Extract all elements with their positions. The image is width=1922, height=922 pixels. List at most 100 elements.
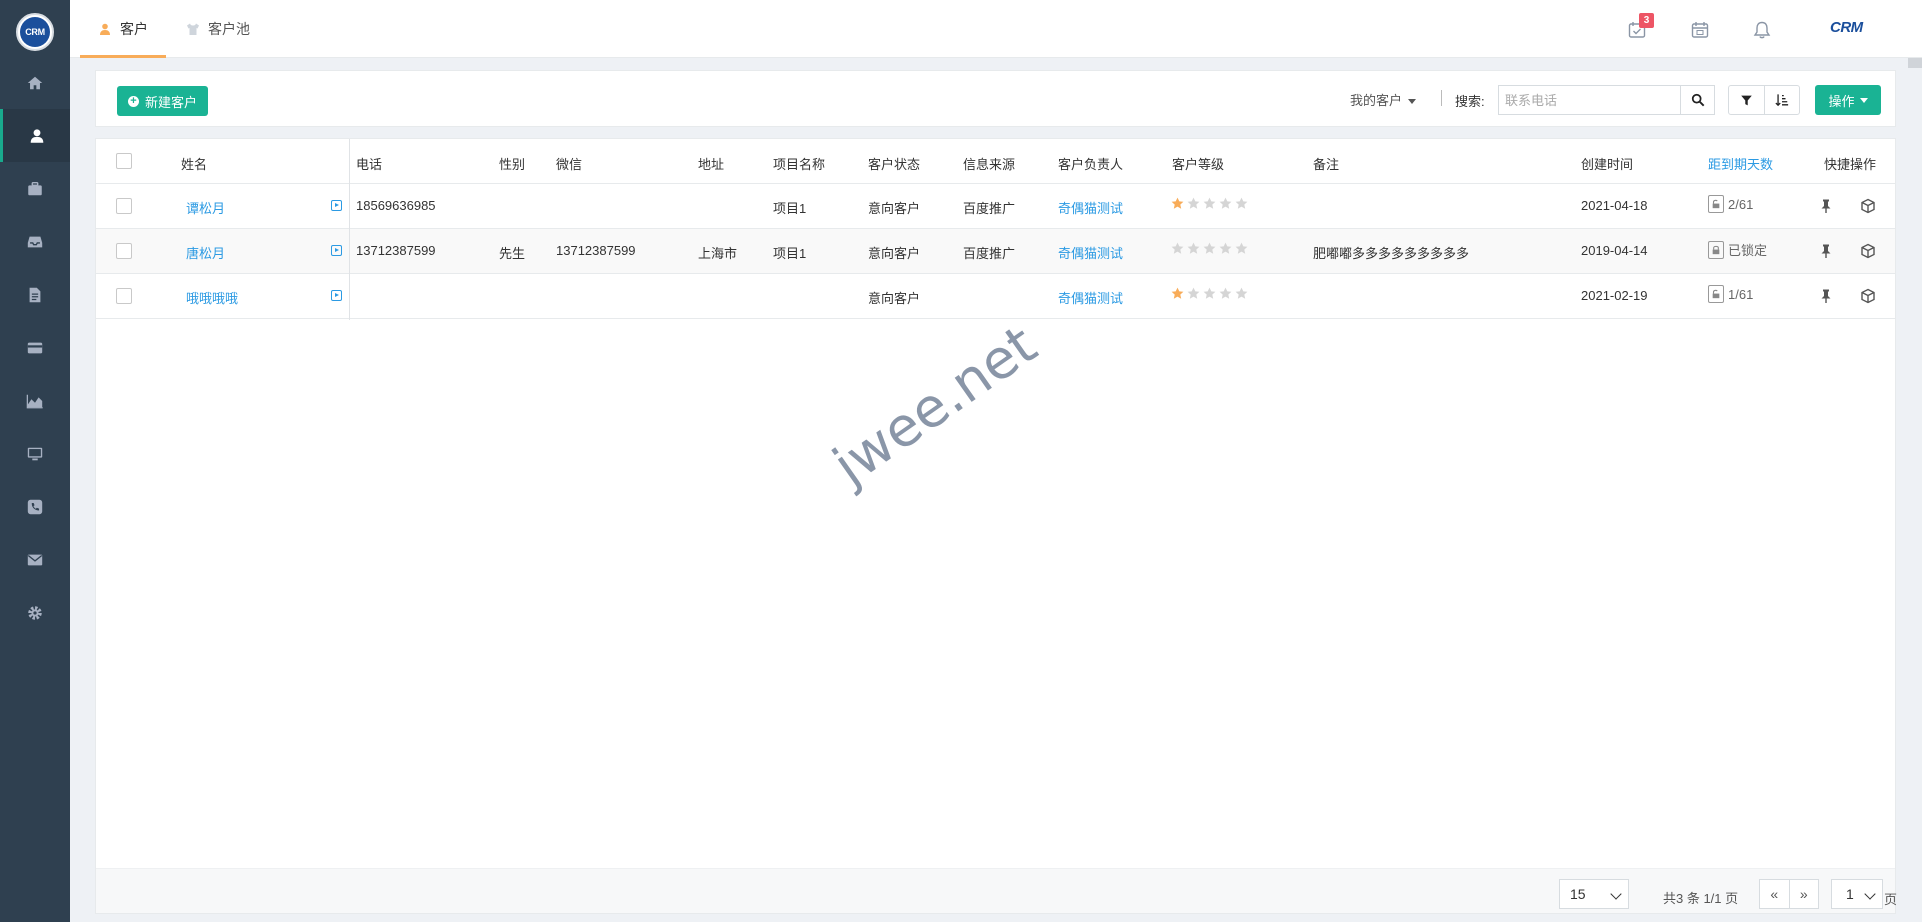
star-icon[interactable] — [1187, 242, 1200, 255]
tab-customer-pool[interactable]: 客户池 — [186, 0, 250, 58]
star-icon[interactable] — [1171, 287, 1184, 300]
star-icon[interactable] — [1187, 197, 1200, 210]
star-rating[interactable] — [1171, 242, 1248, 255]
cell-address: 上海市 — [698, 246, 738, 261]
star-icon[interactable] — [1203, 197, 1216, 210]
pin-icon[interactable] — [1818, 288, 1834, 304]
sidebar-item-home[interactable] — [0, 56, 70, 109]
header-address[interactable]: 地址 — [698, 154, 724, 173]
cube-icon[interactable] — [1860, 198, 1876, 214]
sidebar-item-documents[interactable] — [0, 268, 70, 321]
star-icon[interactable] — [1203, 287, 1216, 300]
pin-icon[interactable] — [1818, 243, 1834, 259]
sidebar-item-screen[interactable] — [0, 427, 70, 480]
prev-page-button[interactable]: « — [1760, 880, 1790, 908]
cell-owner-link[interactable]: 奇偶猫测试 — [1058, 243, 1123, 262]
select-all-checkbox[interactable] — [116, 153, 132, 169]
scope-dropdown[interactable]: 我的客户 — [1350, 90, 1417, 109]
star-icon[interactable] — [1171, 242, 1184, 255]
header-project[interactable]: 项目名称 — [773, 154, 825, 173]
page-number-select[interactable]: 1 — [1831, 879, 1883, 909]
row-checkbox[interactable] — [116, 243, 132, 259]
star-icon[interactable] — [1235, 197, 1248, 210]
header-days-left[interactable]: 距到期天数 — [1708, 154, 1773, 173]
operations-button[interactable]: 操作 — [1815, 85, 1881, 115]
pager-buttons: « » — [1759, 879, 1819, 909]
search-label: 搜索: — [1455, 94, 1485, 109]
sidebar-item-customers[interactable] — [0, 109, 70, 162]
cube-icon[interactable] — [1860, 288, 1876, 304]
table-row[interactable]: 唐松月 13712387599 先生 13712387599 上海市 项目1 意… — [96, 229, 1895, 274]
star-icon[interactable] — [1219, 287, 1232, 300]
header-gender[interactable]: 性别 — [499, 154, 525, 173]
cell-owner-link[interactable]: 奇偶猫测试 — [1058, 288, 1123, 307]
table-row[interactable]: 哦哦哦哦 意向客户 奇偶猫测试 2021-02-19 1/61 — [96, 274, 1895, 319]
sidebar-item-payments[interactable] — [0, 321, 70, 374]
play-square-icon[interactable] — [331, 290, 342, 301]
unlock-icon — [1708, 195, 1724, 213]
sidebar-item-mail[interactable] — [0, 533, 70, 586]
sidebar-item-calls[interactable] — [0, 480, 70, 533]
sort-button[interactable] — [1765, 86, 1800, 114]
cell-days-left[interactable]: 2/61 — [1708, 195, 1753, 213]
pin-icon[interactable] — [1818, 198, 1834, 214]
search-button[interactable] — [1680, 85, 1715, 115]
credit-card-icon — [27, 342, 43, 353]
page-size-select[interactable]: 15 — [1559, 879, 1629, 909]
calendar-button[interactable] — [1690, 20, 1710, 40]
app-logo[interactable]: CRM — [16, 13, 54, 51]
header-phone[interactable]: 电话 — [356, 154, 382, 173]
play-square-icon[interactable] — [331, 200, 342, 211]
next-page-button[interactable]: » — [1790, 880, 1819, 908]
star-icon[interactable] — [1187, 287, 1200, 300]
star-icon[interactable] — [1219, 242, 1232, 255]
filter-button[interactable] — [1729, 86, 1765, 114]
sidebar-item-business[interactable] — [0, 162, 70, 215]
tasks-button[interactable]: 3 — [1627, 13, 1654, 40]
scope-label: 我的客户 — [1350, 93, 1403, 108]
star-icon[interactable] — [1219, 197, 1232, 210]
tab-label: 客户池 — [208, 21, 250, 37]
cell-remark: 肥嘟嘟多多多多多多多多多 — [1313, 246, 1470, 261]
row-checkbox[interactable] — [116, 288, 132, 304]
header-wechat[interactable]: 微信 — [556, 154, 582, 173]
notifications-button[interactable] — [1752, 20, 1772, 40]
sidebar-item-reports[interactable] — [0, 374, 70, 427]
inbox-icon — [27, 236, 43, 247]
cell-status: 意向客户 — [868, 246, 921, 261]
star-icon[interactable] — [1235, 242, 1248, 255]
star-rating[interactable] — [1171, 287, 1248, 300]
table-row[interactable]: 谭松月 18569636985 项目1 意向客户 百度推广 奇偶猫测试 2021… — [96, 184, 1895, 229]
cell-created: 2019-04-14 — [1581, 243, 1648, 258]
customer-name-link[interactable]: 唐松月 — [186, 243, 225, 262]
new-customer-button[interactable]: + 新建客户 — [117, 86, 208, 116]
cell-status: 意向客户 — [868, 291, 921, 306]
cell-days-left[interactable]: 已锁定 — [1708, 240, 1767, 259]
header-source[interactable]: 信息来源 — [963, 154, 1015, 173]
brand-logo[interactable]: CRM — [1830, 19, 1863, 36]
cell-owner-link[interactable]: 奇偶猫测试 — [1058, 198, 1123, 217]
header-remark[interactable]: 备注 — [1313, 154, 1339, 173]
customer-name-link[interactable]: 哦哦哦哦 — [186, 288, 238, 307]
star-rating[interactable] — [1171, 197, 1248, 210]
sidebar-item-inbox[interactable] — [0, 215, 70, 268]
cube-icon[interactable] — [1860, 243, 1876, 259]
search-input[interactable] — [1498, 85, 1680, 115]
star-icon[interactable] — [1235, 287, 1248, 300]
sidebar-item-settings[interactable] — [0, 586, 70, 639]
page-number-value: 1 — [1846, 886, 1854, 902]
bell-icon — [1753, 21, 1771, 39]
header-created[interactable]: 创建时间 — [1581, 154, 1633, 173]
customer-name-link[interactable]: 谭松月 — [186, 198, 225, 217]
tab-customers[interactable]: 客户 — [80, 0, 166, 58]
header-status[interactable]: 客户状态 — [868, 154, 920, 173]
header-owner[interactable]: 客户负责人 — [1058, 154, 1123, 173]
user-icon — [100, 23, 110, 35]
star-icon[interactable] — [1203, 242, 1216, 255]
play-square-icon[interactable] — [331, 245, 342, 256]
header-name[interactable]: 姓名 — [181, 154, 207, 173]
cell-days-left[interactable]: 1/61 — [1708, 285, 1753, 303]
row-checkbox[interactable] — [116, 198, 132, 214]
header-level[interactable]: 客户等级 — [1172, 154, 1224, 173]
star-icon[interactable] — [1171, 197, 1184, 210]
